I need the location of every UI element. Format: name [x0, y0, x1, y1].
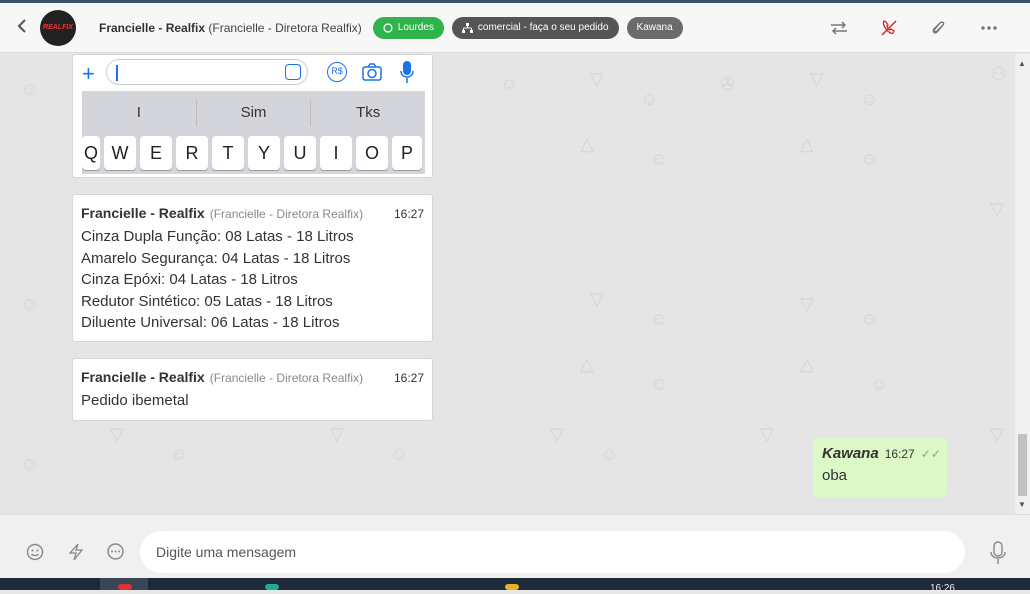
suggestion: Sim	[240, 104, 267, 121]
os-taskbar: 16:26	[0, 578, 1030, 594]
tag-lourdes[interactable]: Lourdes	[372, 16, 444, 39]
message-line: Diluente Universal: 06 Latas - 18 Litros	[81, 314, 340, 332]
end-call-icon[interactable]	[878, 18, 900, 38]
message-composer: Digite uma mensagem	[0, 514, 1030, 578]
chevron-left-icon[interactable]	[16, 17, 36, 38]
contact-title: Francielle - Realfix (Francielle - Diret…	[99, 21, 362, 35]
contact-subtitle: (Francielle - Diretora Realfix)	[208, 20, 362, 35]
message-time: 16:27	[393, 371, 424, 385]
message-sender: Francielle - Realfix	[81, 205, 205, 221]
message-sender: Kawana	[822, 445, 879, 462]
app-icon[interactable]	[265, 584, 279, 590]
more-icon[interactable]	[978, 18, 1000, 38]
key: I	[320, 136, 352, 170]
double-check-icon: ✓✓	[920, 447, 941, 461]
keyboard-keys: Q W E R T Y U I O P	[82, 134, 425, 174]
key: U	[284, 136, 316, 170]
key: P	[392, 136, 422, 170]
key: W	[104, 136, 136, 170]
contact-name: Francielle - Realfix	[99, 20, 206, 35]
sticker-icon	[285, 64, 301, 80]
key: O	[356, 136, 388, 170]
message-input[interactable]: Digite uma mensagem	[140, 531, 965, 573]
key: T	[212, 136, 244, 170]
avatar[interactable]: REALFIX	[40, 9, 76, 46]
taskbar-clock: 16:26	[929, 583, 955, 594]
key: E	[140, 136, 172, 170]
key: Q	[82, 136, 100, 170]
org-chart-icon	[461, 22, 473, 33]
keyboard-text-field	[106, 59, 308, 85]
chat-header: REALFIX Francielle - Realfix (Francielle…	[0, 3, 1030, 53]
tag-label: Kawana	[636, 22, 673, 33]
message-bubble[interactable]: Francielle - Realfix (Francielle - Diret…	[72, 358, 433, 421]
keyboard-toolbar: + R$	[82, 55, 425, 91]
image-message[interactable]: + R$ I Sim Tks Q W E R T Y U I O P	[72, 54, 433, 178]
message-text: oba	[822, 467, 848, 484]
emoji-icon[interactable]	[26, 543, 44, 566]
chat-scrollbar[interactable]: ▲ ▼	[1015, 54, 1030, 514]
message-time: 16:27	[884, 447, 915, 461]
tag-department[interactable]: comercial - faça o seu pedido	[451, 16, 619, 39]
mic-icon[interactable]	[990, 541, 1006, 570]
plus-icon: +	[82, 61, 95, 86]
message-line: Pedido ibemetal	[81, 392, 189, 409]
folder-icon[interactable]	[505, 584, 519, 590]
message-line: Cinza Epóxi: 04 Latas - 18 Litros	[81, 271, 298, 289]
scroll-down-icon[interactable]: ▼	[1018, 500, 1026, 509]
mic-icon	[400, 60, 414, 89]
scroll-up-icon[interactable]: ▲	[1018, 59, 1026, 68]
message-line: Cinza Dupla Função: 08 Latas - 18 Litros	[81, 228, 354, 245]
message-sender-role: (Francielle - Diretora Realfix)	[209, 207, 364, 221]
message-sender: Francielle - Realfix	[81, 369, 205, 385]
message-line: Redutor Sintético: 05 Latas - 18 Litros	[81, 292, 333, 310]
tag-label: Lourdes	[397, 22, 434, 33]
camera-icon	[362, 63, 382, 86]
message-sender-role: (Francielle - Diretora Realfix)	[209, 371, 364, 385]
message-time: 16:27	[393, 207, 424, 221]
avatar-logo-text: REALFIX	[43, 24, 73, 31]
tag-label: comercial - faça o seu pedido	[477, 22, 609, 33]
chat-bubble-icon[interactable]	[106, 543, 125, 566]
browser-icon[interactable]	[118, 584, 132, 590]
suggestion: I	[136, 104, 141, 121]
currency-icon: R$	[327, 62, 347, 82]
key: R	[176, 136, 208, 170]
key: Y	[248, 136, 280, 170]
scrollbar-thumb[interactable]	[1018, 434, 1027, 496]
message-bubble[interactable]: Francielle - Realfix (Francielle - Diret…	[72, 194, 433, 342]
header-actions	[828, 18, 1000, 38]
message-line: Amarelo Segurança: 04 Latas - 18 Litros	[81, 249, 351, 267]
attach-icon[interactable]	[928, 18, 950, 38]
tag-kawana[interactable]: Kawana	[626, 16, 683, 39]
transfer-icon[interactable]	[828, 18, 850, 38]
outgoing-message-bubble[interactable]: Kawana 16:27 ✓✓ oba	[813, 437, 947, 497]
whatsapp-icon	[383, 22, 393, 33]
suggestion: Tks	[356, 104, 381, 121]
keyboard-suggestions: I Sim Tks	[82, 91, 425, 134]
quick-reply-icon[interactable]	[68, 543, 84, 566]
chat-area[interactable]: ☺△ ☺▽ ☺✇ ▽☺ ⚇△ △☺ ☺▽ ☺▽ ▽☺ ☺△ △☺ ☺☺ ▽▽ ▽…	[0, 54, 1015, 514]
